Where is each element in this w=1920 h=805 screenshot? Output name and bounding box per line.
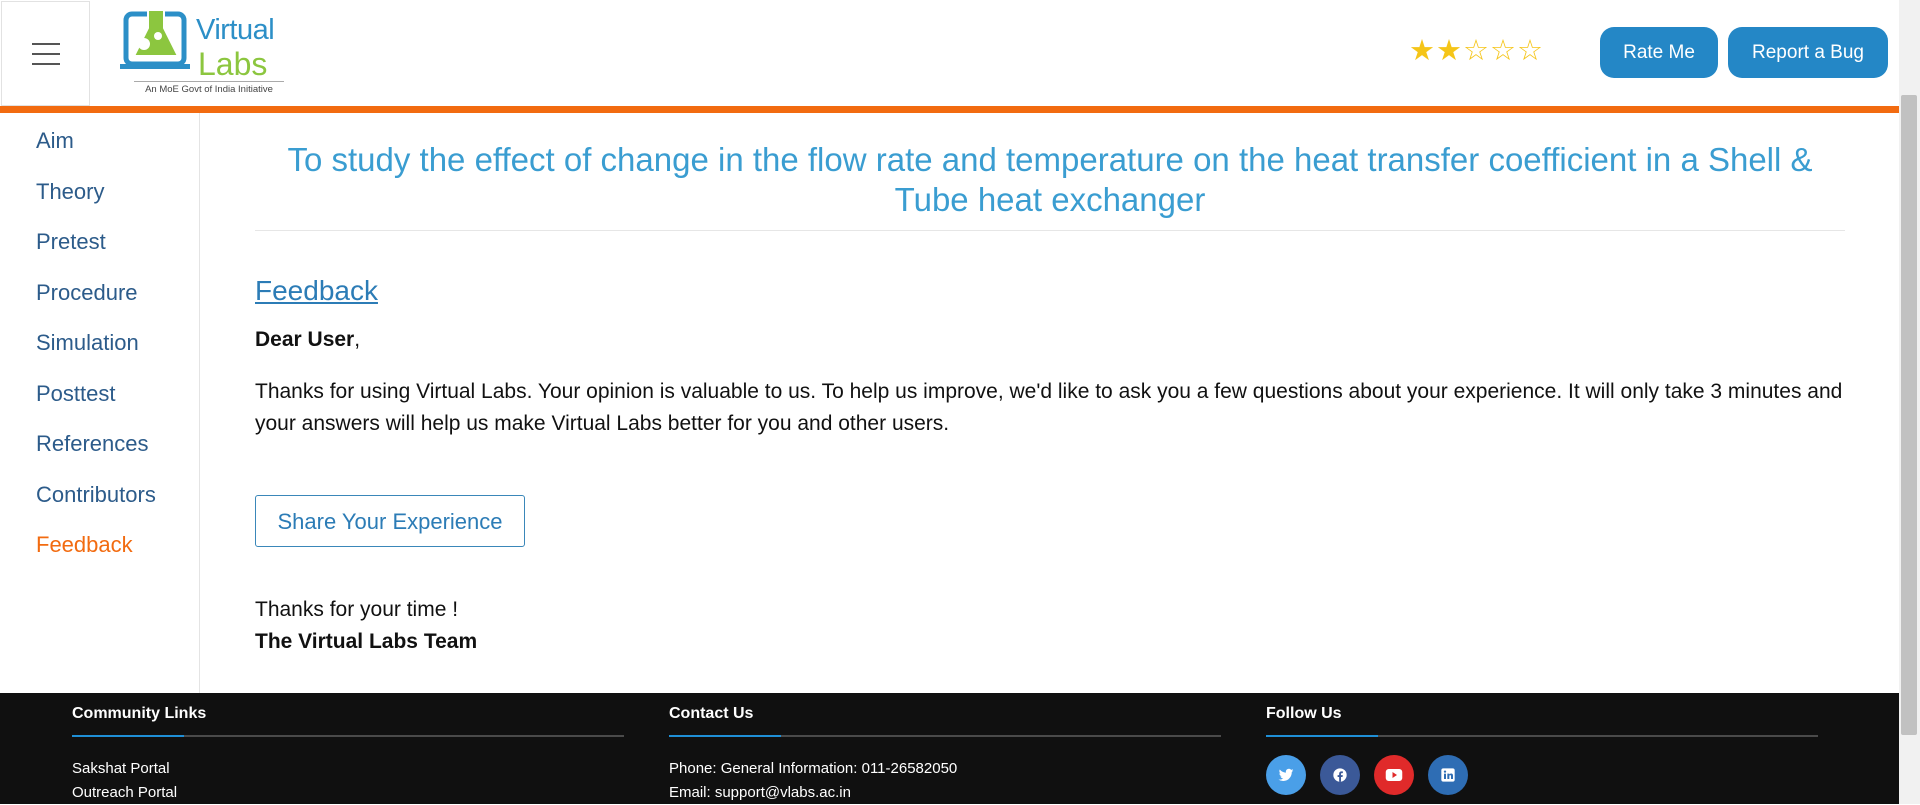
footer-community-title: Community Links [72,705,207,722]
rate-me-button[interactable]: Rate Me [1600,27,1718,78]
thanks-text: Thanks for your time ! [255,598,459,621]
logo-word-labs: Labs [198,46,268,82]
scrollbar-thumb[interactable] [1901,95,1917,735]
share-experience-button[interactable]: Share Your Experience [255,495,525,547]
top-header: Virtual Labs An MoE Govt of India Initia… [0,0,1899,106]
greeting: Dear User, [255,324,1845,356]
footer-community-column: Community Links Sakshat Portal Outreach … [72,705,624,805]
footer-divider [1266,735,1818,737]
sidebar-item-procedure[interactable]: Procedure [36,265,199,316]
footer-email-link[interactable]: Email: support@vlabs.ac.in [669,781,1221,805]
hamburger-icon [31,35,60,73]
title-divider [255,230,1845,231]
footer-contact-column: Contact Us Phone: General Information: 0… [669,705,1221,805]
page-title: To study the effect of change in the flo… [287,141,1813,218]
header-accent-bar [0,106,1899,113]
signature-text: The Virtual Labs Team [255,630,478,653]
sidebar-item-aim[interactable]: Aim [36,113,199,164]
star-empty-icon[interactable]: ☆ [1463,35,1489,65]
page-scrollbar[interactable] [1899,0,1920,804]
footer-link-sakshat[interactable]: Sakshat Portal [72,757,624,781]
report-bug-button[interactable]: Report a Bug [1728,27,1888,78]
virtual-labs-logo[interactable]: Virtual Labs An MoE Govt of India Initia… [118,6,286,96]
sidebar-item-contributors[interactable]: Contributors [36,467,199,518]
youtube-icon[interactable] [1374,755,1414,795]
sidebar-item-references[interactable]: References [36,416,199,467]
feedback-heading-link[interactable]: Feedback [255,275,378,307]
star-empty-icon[interactable]: ☆ [1517,35,1543,65]
star-filled-icon[interactable]: ★ [1436,35,1462,65]
sidebar-item-posttest[interactable]: Posttest [36,366,199,417]
sidebar-item-theory[interactable]: Theory [36,164,199,215]
sidebar-item-simulation[interactable]: Simulation [36,315,199,366]
footer-follow-column: Follow Us [1266,705,1818,795]
footer-follow-title: Follow Us [1266,705,1342,722]
star-empty-icon[interactable]: ☆ [1490,35,1516,65]
footer-link-outreach[interactable]: Outreach Portal [72,781,624,805]
hamburger-menu-button[interactable] [1,1,90,106]
logo-word-virtual: Virtual [196,14,275,46]
footer-divider [72,735,624,737]
experiment-sidebar: Aim Theory Pretest Procedure Simulation … [0,113,200,693]
linkedin-icon[interactable] [1428,755,1468,795]
twitter-icon[interactable] [1266,755,1306,795]
star-filled-icon[interactable]: ★ [1409,35,1435,65]
main-content: To study the effect of change in the flo… [255,113,1845,658]
logo-tagline: An MoE Govt of India Initiative [134,81,284,95]
footer-contact-title: Contact Us [669,705,754,722]
site-footer: Community Links Sakshat Portal Outreach … [0,693,1899,804]
footer-phone-text: Phone: General Information: 011-26582050 [669,760,958,777]
sidebar-item-feedback[interactable]: Feedback [36,517,199,568]
greeting-name: Dear User [255,328,355,351]
rating-stars[interactable]: ★ ★ ☆ ☆ ☆ [1409,35,1543,65]
footer-divider [669,735,1221,737]
facebook-icon[interactable] [1320,755,1360,795]
flask-icon [120,9,190,69]
feedback-intro-text: Thanks for using Virtual Labs. Your opin… [255,380,1843,435]
social-icons [1266,755,1818,795]
greeting-punct: , [354,328,361,351]
sidebar-item-pretest[interactable]: Pretest [36,214,199,265]
